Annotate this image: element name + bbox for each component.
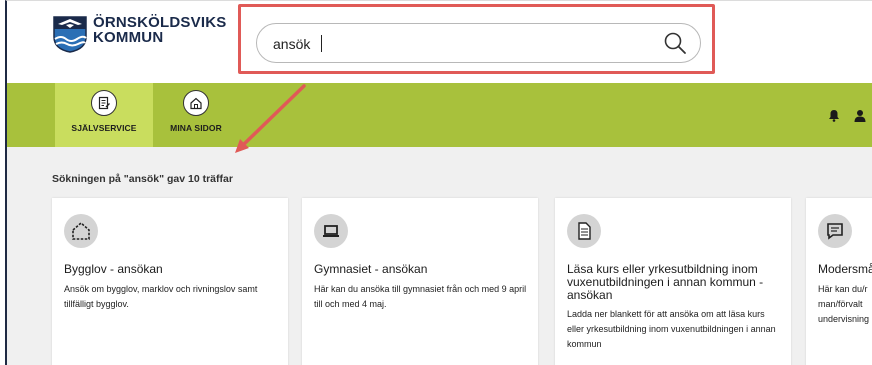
search-highlight-annotation	[238, 4, 715, 74]
logo-line-1: ÖRNSKÖLDSVIKS	[93, 14, 227, 31]
bell-icon[interactable]	[828, 109, 840, 122]
browser-frame: ÖRNSKÖLDSVIKS KOMMUN ansök SJÄLVSERVICE …	[5, 0, 872, 365]
chat-icon	[818, 214, 852, 248]
document-icon	[567, 214, 601, 248]
search-results-area: Sökningen på "ansök" gav 10 träffar Bygg…	[7, 147, 872, 365]
logo-wordmark: ÖRNSKÖLDSVIKS KOMMUN	[93, 15, 226, 45]
edit-document-icon	[91, 90, 117, 116]
logo-line-2: KOMMUN	[93, 29, 164, 46]
nav-label-mina-sidor: MINA SIDOR	[170, 123, 222, 133]
search-input[interactable]	[271, 32, 655, 56]
nav-item-sjalvservice[interactable]: SJÄLVSERVICE	[55, 83, 153, 147]
card-description: Ladda ner blankett för att ansöka om att…	[567, 309, 776, 349]
result-summary: Sökningen på "ansök" gav 10 träffar	[52, 173, 233, 185]
card-title[interactable]: Modersmå	[818, 263, 872, 276]
nav-item-mina-sidor[interactable]: MINA SIDOR	[155, 83, 237, 147]
result-card[interactable]: Gymnasiet - ansökan Här kan du ansöka ti…	[302, 198, 538, 365]
result-card[interactable]: Modersmå Här kan du/r man/förvalt underv…	[806, 198, 872, 365]
search-field[interactable]	[256, 23, 701, 63]
site-logo[interactable]: ÖRNSKÖLDSVIKS KOMMUN	[52, 15, 226, 53]
card-description: Här kan du/r man/förvalt undervisning	[818, 284, 870, 324]
card-description: Ansök om bygglov, marklov och rivningslo…	[64, 284, 258, 309]
result-card[interactable]: Bygglov - ansökan Ansök om bygglov, mark…	[52, 198, 288, 365]
card-title[interactable]: Bygglov - ansökan	[64, 263, 279, 276]
site-header: ÖRNSKÖLDSVIKS KOMMUN	[7, 1, 872, 84]
main-navigation: SJÄLVSERVICE MINA SIDOR	[7, 83, 872, 147]
laptop-icon	[314, 214, 348, 248]
result-card[interactable]: Läsa kurs eller yrkesutbildning inom vux…	[555, 198, 791, 365]
coat-of-arms-icon	[53, 16, 87, 53]
user-icon[interactable]	[854, 109, 866, 122]
home-icon	[183, 90, 209, 116]
search-icon[interactable]	[662, 30, 688, 56]
card-title[interactable]: Gymnasiet - ansökan	[314, 263, 529, 276]
card-description: Här kan du ansöka till gymnasiet från oc…	[314, 284, 527, 309]
house-outline-icon	[64, 214, 98, 248]
card-title[interactable]: Läsa kurs eller yrkesutbildning inom vux…	[567, 263, 782, 302]
text-cursor	[321, 35, 322, 52]
nav-label-sjalvservice: SJÄLVSERVICE	[71, 123, 137, 133]
user-actions	[814, 107, 872, 127]
